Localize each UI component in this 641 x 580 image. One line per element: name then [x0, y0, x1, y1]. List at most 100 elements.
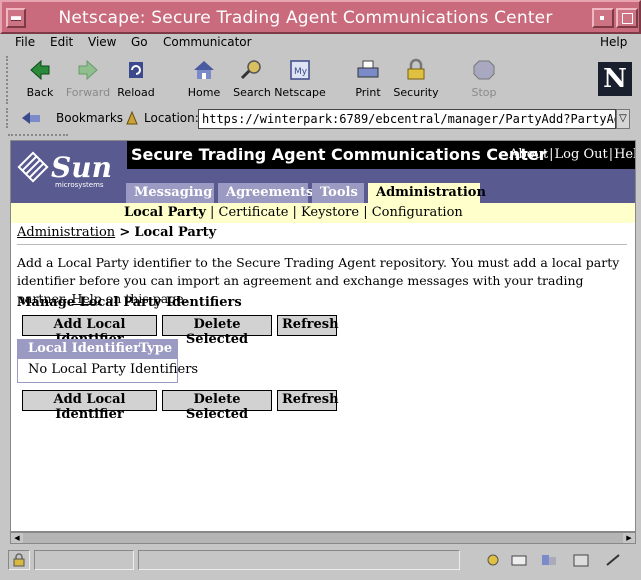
print-label: Print [355, 86, 381, 99]
back-label: Back [26, 86, 54, 99]
breadcrumb-separator: > [119, 225, 131, 240]
bookmarks-label[interactable]: Bookmarks [56, 111, 123, 125]
url-input[interactable]: https://winterpark:6789/ebcentral/manage… [198, 109, 616, 129]
forward-arrow-icon [78, 59, 98, 81]
section-title: Manage Local Party Identifiers [17, 295, 242, 310]
forward-button[interactable]: Forward [62, 56, 114, 104]
security-status-cell[interactable] [8, 550, 30, 570]
tab-messaging[interactable]: Messaging [126, 183, 214, 203]
sun-diamond-icon [17, 151, 49, 183]
about-link[interactable]: About [509, 147, 548, 162]
security-lock-icon [407, 58, 425, 80]
print-icon [357, 60, 379, 78]
menu-file[interactable]: File [15, 35, 35, 49]
forward-label: Forward [65, 86, 111, 99]
search-icon [240, 60, 261, 80]
menu-communicator[interactable]: Communicator [163, 35, 252, 49]
locbar-grip[interactable] [6, 108, 12, 128]
breadcrumb-current: Local Party [134, 225, 217, 240]
netscape-icon: My [290, 60, 310, 80]
progress-cell [34, 550, 134, 570]
bookmarks-icon[interactable] [20, 110, 42, 126]
location-bar: Bookmarks Location: https://winterpark:6… [0, 108, 641, 130]
breadcrumb-administration-link[interactable]: Administration [17, 225, 115, 240]
print-button[interactable]: Print [342, 56, 394, 104]
tab-administration[interactable]: Administration [368, 183, 486, 203]
help-link[interactable]: Help [614, 147, 635, 162]
app-title: Secure Trading Agent Communications Cent… [131, 145, 547, 164]
navigation-toolbar: Back Forward Reload Home Search My Netsc… [0, 54, 641, 106]
menu-help[interactable]: Help [600, 35, 627, 49]
brand-name: Sun [51, 151, 112, 184]
location-icon[interactable] [124, 110, 140, 126]
stop-button[interactable]: Stop [458, 56, 510, 104]
menu-edit[interactable]: Edit [50, 35, 73, 49]
home-button[interactable]: Home [178, 56, 230, 104]
location-label: Location: [144, 111, 199, 125]
menu-go[interactable]: Go [131, 35, 148, 49]
subnav-local-party[interactable]: Local Party [124, 205, 206, 220]
personal-toolbar-grip[interactable] [8, 134, 68, 138]
scroll-right-arrow-icon[interactable]: ▶ [623, 533, 635, 543]
svg-text:My: My [294, 67, 308, 77]
sub-navigation: Local Party | Certificate | Keystore | C… [11, 203, 635, 223]
toolbar-grip[interactable] [6, 56, 12, 104]
refresh-button-bottom[interactable]: Refresh [277, 390, 339, 411]
reload-button[interactable]: Reload [110, 56, 162, 104]
back-button[interactable]: Back [14, 56, 66, 104]
navigator-icon[interactable] [484, 552, 502, 568]
home-label: Home [187, 86, 221, 99]
menu-bar: File Edit View Go Communicator Help [0, 34, 641, 50]
security-button[interactable]: Security [390, 56, 442, 104]
search-button[interactable]: Search [226, 56, 278, 104]
brand-sub: microsystems [55, 181, 104, 189]
refresh-button[interactable]: Refresh [277, 315, 339, 336]
top-links: About|Log Out|Help [508, 147, 635, 162]
home-icon [194, 61, 214, 79]
table-row: No Local Party Identifiers [18, 361, 198, 380]
composer-icon[interactable] [604, 552, 622, 568]
back-arrow-icon [30, 59, 50, 81]
menu-view[interactable]: View [88, 35, 116, 49]
minimize-button[interactable] [592, 8, 614, 28]
empty-message: No Local Party Identifiers [28, 362, 199, 377]
netscape-label: Netscape [274, 86, 326, 99]
search-label: Search [233, 86, 271, 99]
subnav-certificate[interactable]: Certificate [219, 205, 289, 220]
status-message-cell [138, 550, 460, 570]
breadcrumb: Administration > Local Party [17, 225, 627, 245]
tab-tools[interactable]: Tools [312, 183, 364, 203]
subnav-configuration[interactable]: Configuration [372, 205, 463, 220]
stop-label: Stop [471, 86, 497, 99]
stop-icon [473, 60, 495, 80]
lock-status-icon [13, 553, 25, 567]
reload-label: Reload [117, 86, 155, 99]
scroll-left-arrow-icon[interactable]: ◀ [11, 533, 23, 543]
netscape-button[interactable]: My Netscape [274, 56, 326, 104]
sun-logo[interactable]: Sun microsystems [15, 145, 125, 197]
newsgroups-icon[interactable] [540, 552, 558, 568]
horizontal-scrollbar[interactable]: ◀ ▶ [10, 532, 636, 544]
add-local-identifier-button-bottom[interactable]: Add Local Identifier [22, 390, 157, 422]
table-header: Local Identifier Type [18, 340, 177, 359]
add-local-identifier-button[interactable]: Add Local Identifier [22, 315, 157, 347]
delete-selected-button[interactable]: Delete Selected [162, 315, 272, 347]
logout-link[interactable]: Log Out [555, 147, 608, 162]
address-book-icon[interactable] [572, 552, 590, 568]
tab-agreements[interactable]: Agreements [218, 183, 313, 203]
column-type: Type [139, 341, 173, 356]
subnav-keystore[interactable]: Keystore [301, 205, 359, 220]
window-titlebar[interactable]: Netscape: Secure Trading Agent Communica… [0, 0, 641, 34]
status-bar [0, 546, 641, 576]
mail-icon[interactable] [510, 552, 528, 568]
delete-selected-button-bottom[interactable]: Delete Selected [162, 390, 272, 422]
url-dropdown-button[interactable]: ▽ [616, 109, 630, 129]
maximize-button[interactable] [616, 8, 638, 28]
netscape-logo[interactable]: N [598, 62, 632, 96]
window-title: Netscape: Secure Trading Agent Communica… [58, 8, 553, 28]
local-identifiers-table: Local Identifier Type No Local Party Ide… [17, 339, 198, 383]
window-menu-button[interactable] [6, 8, 26, 28]
security-label: Security [393, 86, 439, 99]
web-content: Sun microsystems Secure Trading Agent Co… [10, 140, 636, 532]
reload-icon [129, 62, 143, 78]
